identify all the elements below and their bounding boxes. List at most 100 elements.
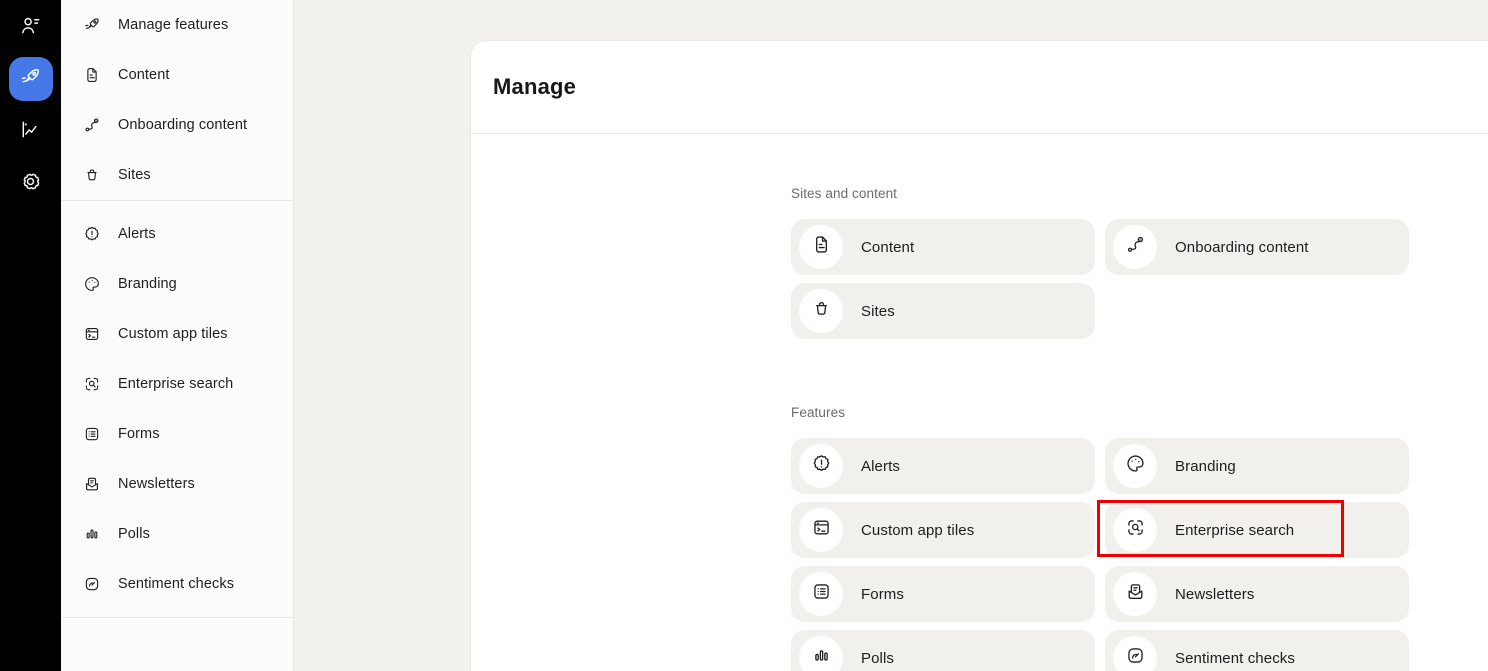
sidebar-item-label: Newsletters bbox=[118, 476, 195, 492]
tile-icon-circle bbox=[799, 444, 843, 488]
sidebar-item-custom-app-tiles[interactable]: Custom app tiles bbox=[61, 309, 293, 359]
tile-icon-circle bbox=[799, 636, 843, 671]
sidebar-item-label: Content bbox=[118, 67, 170, 83]
settings-rail-button[interactable] bbox=[9, 161, 53, 205]
users-icon bbox=[19, 14, 42, 40]
tile-newsletters[interactable]: Newsletters bbox=[1105, 566, 1409, 622]
rocket-icon bbox=[83, 16, 101, 34]
tile-icon-circle bbox=[799, 225, 843, 269]
tile-label: Onboarding content bbox=[1175, 239, 1309, 256]
tile-icon-circle bbox=[1113, 572, 1157, 616]
tile-icon-circle bbox=[1113, 225, 1157, 269]
sidebar-item-enterprise-search[interactable]: Enterprise search bbox=[61, 359, 293, 409]
tile-label: Enterprise search bbox=[1175, 522, 1294, 539]
tile-label: Sites bbox=[861, 303, 895, 320]
sidebar-item-label: Onboarding content bbox=[118, 117, 247, 133]
gauge-icon bbox=[1125, 645, 1146, 671]
rocket-icon bbox=[19, 66, 42, 92]
manage-features-rail-button[interactable] bbox=[9, 57, 53, 101]
tile-label: Newsletters bbox=[1175, 586, 1254, 603]
sidebar-item-label: Polls bbox=[118, 526, 150, 542]
section-features: Features Alerts Branding bbox=[791, 405, 1488, 671]
sidebar-item-label: Custom app tiles bbox=[118, 326, 228, 342]
tile-label: Content bbox=[861, 239, 914, 256]
sidebar-item-manage-features[interactable]: Manage features bbox=[61, 0, 293, 50]
sidebar-item-newsletters[interactable]: Newsletters bbox=[61, 459, 293, 509]
tile-icon-circle bbox=[1113, 636, 1157, 671]
tile-alerts[interactable]: Alerts bbox=[791, 438, 1095, 494]
tile-icon-circle bbox=[799, 508, 843, 552]
manage-page: { "colors": { "rail_background": "#00000… bbox=[0, 0, 1488, 671]
forms-icon bbox=[811, 581, 832, 607]
tile-enterprise-search[interactable]: Enterprise search bbox=[1105, 502, 1409, 558]
sidebar-item-polls[interactable]: Polls bbox=[61, 509, 293, 559]
sidebar-divider bbox=[61, 617, 293, 618]
route-icon bbox=[83, 116, 101, 134]
tile-label: Sentiment checks bbox=[1175, 650, 1295, 667]
users-rail-button[interactable] bbox=[9, 5, 53, 49]
analytics-icon bbox=[19, 118, 42, 144]
card-header: Manage bbox=[471, 41, 1488, 134]
sidebar-item-sites[interactable]: Sites bbox=[61, 150, 293, 200]
manage-card: Manage Sites and content Content bbox=[470, 40, 1488, 671]
tile-content[interactable]: Content bbox=[791, 219, 1095, 275]
enterprise-search-icon bbox=[1125, 517, 1146, 543]
section-label: Sites and content bbox=[791, 186, 1488, 201]
tile-branding[interactable]: Branding bbox=[1105, 438, 1409, 494]
sidebar-item-alerts[interactable]: Alerts bbox=[61, 209, 293, 259]
main-area: Manage Sites and content Content bbox=[294, 0, 1488, 671]
gear-icon bbox=[19, 170, 42, 196]
tile-forms[interactable]: Forms bbox=[791, 566, 1095, 622]
newsletter-icon bbox=[83, 475, 101, 493]
tile-polls[interactable]: Polls bbox=[791, 630, 1095, 671]
sidebar-item-content[interactable]: Content bbox=[61, 50, 293, 100]
tile-grid-features: Alerts Branding Custom app tiles bbox=[791, 438, 1488, 671]
sidebar-divider bbox=[61, 200, 293, 201]
tile-icon-circle bbox=[1113, 444, 1157, 488]
tile-label: Polls bbox=[861, 650, 894, 667]
palette-icon bbox=[83, 275, 101, 293]
sites-icon bbox=[811, 298, 832, 324]
sidebar-item-label: Sentiment checks bbox=[118, 576, 234, 592]
palette-icon bbox=[1125, 453, 1146, 479]
sidebar-group-sites-content: Manage features Content Onboarding conte… bbox=[61, 0, 293, 200]
manage-sidebar: Manage features Content Onboarding conte… bbox=[61, 0, 294, 671]
forms-icon bbox=[83, 425, 101, 443]
polls-icon bbox=[811, 645, 832, 671]
sidebar-item-label: Manage features bbox=[118, 17, 228, 33]
card-body: Sites and content Content Onboarding bbox=[471, 134, 1488, 671]
tile-label: Branding bbox=[1175, 458, 1236, 475]
sidebar-item-onboarding-content[interactable]: Onboarding content bbox=[61, 100, 293, 150]
section-sites-and-content: Sites and content Content Onboarding bbox=[791, 186, 1488, 339]
sidebar-item-label: Sites bbox=[118, 167, 151, 183]
route-icon bbox=[1125, 234, 1146, 260]
app-rail bbox=[0, 0, 61, 671]
tile-icon-circle bbox=[799, 572, 843, 616]
sidebar-item-label: Forms bbox=[118, 426, 160, 442]
tile-onboarding-content[interactable]: Onboarding content bbox=[1105, 219, 1409, 275]
enterprise-search-icon bbox=[83, 375, 101, 393]
tile-sentiment-checks[interactable]: Sentiment checks bbox=[1105, 630, 1409, 671]
gauge-icon bbox=[83, 575, 101, 593]
sidebar-item-forms[interactable]: Forms bbox=[61, 409, 293, 459]
tile-custom-app-tiles[interactable]: Custom app tiles bbox=[791, 502, 1095, 558]
newsletter-icon bbox=[1125, 581, 1146, 607]
sidebar-item-sentiment-checks[interactable]: Sentiment checks bbox=[61, 559, 293, 609]
app-window-icon bbox=[811, 517, 832, 543]
section-label: Features bbox=[791, 405, 1488, 420]
sidebar-item-label: Enterprise search bbox=[118, 376, 233, 392]
app-window-icon bbox=[83, 325, 101, 343]
sidebar-group-features: Alerts Branding Custom app tiles Enterpr… bbox=[61, 209, 293, 609]
tile-sites[interactable]: Sites bbox=[791, 283, 1095, 339]
tile-label: Forms bbox=[861, 586, 904, 603]
tile-grid-sites-content: Content Onboarding content Sites bbox=[791, 219, 1488, 339]
sites-icon bbox=[83, 166, 101, 184]
page-title: Manage bbox=[493, 74, 576, 100]
sidebar-item-label: Alerts bbox=[118, 226, 156, 242]
polls-icon bbox=[83, 525, 101, 543]
sidebar-item-branding[interactable]: Branding bbox=[61, 259, 293, 309]
document-icon bbox=[83, 66, 101, 84]
tile-label: Custom app tiles bbox=[861, 522, 974, 539]
analytics-rail-button[interactable] bbox=[9, 109, 53, 153]
alert-badge-icon bbox=[811, 453, 832, 479]
